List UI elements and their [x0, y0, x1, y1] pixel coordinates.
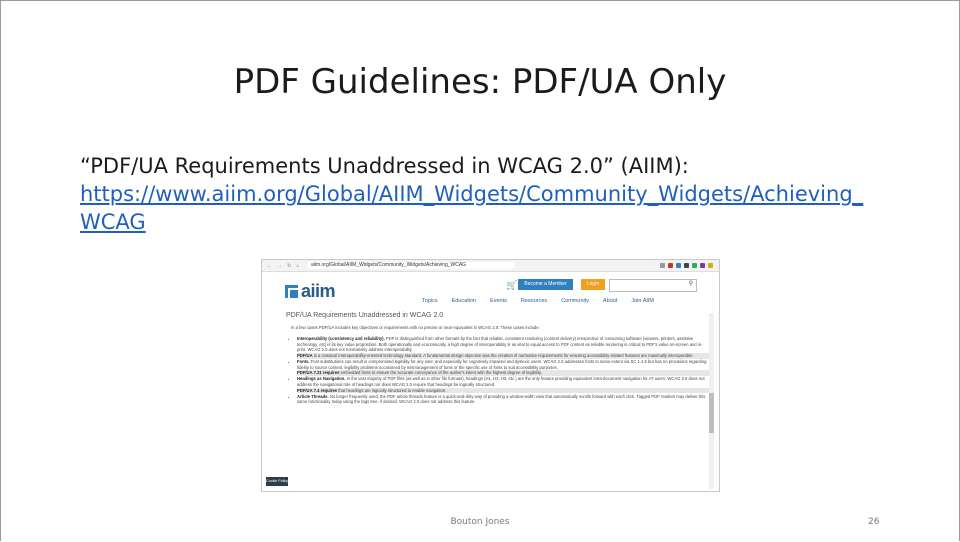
article-intro: In a few cases PDF/UA includes key objec…: [291, 324, 540, 330]
aiim-logo[interactable]: aiim: [285, 281, 336, 302]
cart-icon[interactable]: 🛒: [506, 280, 517, 291]
extension-icon[interactable]: [700, 263, 705, 268]
scrollbar-thumb[interactable]: [709, 393, 714, 433]
list-item: Article Threads. No longer frequently us…: [297, 394, 711, 405]
extension-icon[interactable]: [692, 263, 697, 268]
login-button[interactable]: Login: [581, 279, 605, 290]
item-lead: Fonts.: [297, 359, 310, 365]
slide-title: PDF Guidelines: PDF/UA Only: [233, 62, 727, 102]
list-item: Fonts. Font substitutions can result in …: [297, 359, 711, 376]
note-lead: PDF/UA 7.21 requires: [297, 370, 340, 376]
item-text: In the vast majority of PDF files (as we…: [297, 376, 705, 387]
extension-icon[interactable]: [676, 263, 681, 268]
nav-join[interactable]: Join AIIM: [631, 298, 654, 304]
note-text: is a classical interoperability-oriented…: [312, 352, 694, 358]
note-text: embedded fonts to ensure the accurate co…: [339, 370, 542, 376]
reference-text: “PDF/UA Requirements Unaddressed in WCAG…: [80, 154, 689, 178]
item-lead: Article Threads.: [297, 393, 329, 399]
cookie-policy-button[interactable]: Cookie Policy: [266, 477, 288, 486]
item-note: PDF/UA 7.4 requires that headings are lo…: [297, 387, 711, 394]
article-heading: PDF/UA Requirements Unaddressed in WCAG …: [286, 312, 444, 319]
article-content: PDF/UA Requirements Unaddressed in WCAG …: [286, 312, 711, 405]
nav-community[interactable]: Community: [561, 298, 589, 304]
star-icon[interactable]: [660, 263, 665, 268]
nav-topics[interactable]: Topics: [422, 298, 438, 304]
back-icon[interactable]: ←: [267, 263, 272, 269]
profile-icon[interactable]: [708, 263, 713, 268]
browser-nav-buttons: ← → ↻ ⌂: [262, 263, 307, 269]
browser-toolbar: ← → ↻ ⌂ aiim.org/Global/AIIM_Widgets/Com…: [262, 260, 719, 272]
nav-resources[interactable]: Resources: [521, 298, 547, 304]
browser-screenshot: ← → ↻ ⌂ aiim.org/Global/AIIM_Widgets/Com…: [261, 259, 720, 492]
list-item: Headings as Navigation. In the vast majo…: [297, 376, 711, 394]
extension-icons: [660, 263, 719, 268]
extension-icon[interactable]: [684, 263, 689, 268]
logo-mark-icon: [285, 285, 298, 298]
item-note: PDF/UA is a classical interoperability-o…: [297, 352, 711, 359]
slide-number: 26: [868, 517, 880, 527]
item-note: PDF/UA 7.21 requires embedded fonts to e…: [297, 370, 711, 376]
become-member-button[interactable]: Become a Member: [518, 279, 573, 290]
item-lead: Headings as Navigation.: [297, 376, 346, 382]
site-header: aiim 🛒 Become a Member Login ⚲ Topics Ed…: [262, 272, 719, 312]
note-text: that headings are logically structured t…: [337, 387, 447, 393]
search-icon[interactable]: ⚲: [689, 280, 693, 287]
list-item: Interoperability (consistency and reliab…: [297, 336, 711, 359]
slide-body: “PDF/UA Requirements Unaddressed in WCAG…: [80, 152, 880, 236]
home-icon[interactable]: ⌂: [296, 263, 299, 269]
logo-text: aiim: [301, 281, 336, 301]
reload-icon[interactable]: ↻: [287, 263, 291, 269]
scrollbar[interactable]: [709, 313, 714, 489]
item-text: Font substitutions can result in comprom…: [297, 359, 707, 370]
address-bar[interactable]: aiim.org/Global/AIIM_Widgets/Community_W…: [307, 262, 515, 269]
requirements-list: Interoperability (consistency and reliab…: [291, 336, 711, 405]
nav-events[interactable]: Events: [490, 298, 507, 304]
extension-icon[interactable]: [668, 263, 673, 268]
main-nav: Topics Education Events Resources Commun…: [422, 298, 654, 304]
search-input[interactable]: ⚲: [609, 279, 697, 292]
item-lead: Interoperability (consistency and reliab…: [297, 336, 385, 342]
footer-author: Bouton Jones: [450, 517, 510, 527]
note-lead: PDF/UA 7.4 requires: [297, 387, 338, 393]
forward-icon[interactable]: →: [277, 263, 282, 269]
note-lead: PDF/UA: [297, 352, 313, 358]
nav-education[interactable]: Education: [452, 298, 476, 304]
item-text: No longer frequently used, the PDF artic…: [297, 393, 706, 405]
reference-link[interactable]: https://www.aiim.org/Global/AIIM_Widgets…: [80, 180, 880, 236]
nav-about[interactable]: About: [603, 298, 617, 304]
